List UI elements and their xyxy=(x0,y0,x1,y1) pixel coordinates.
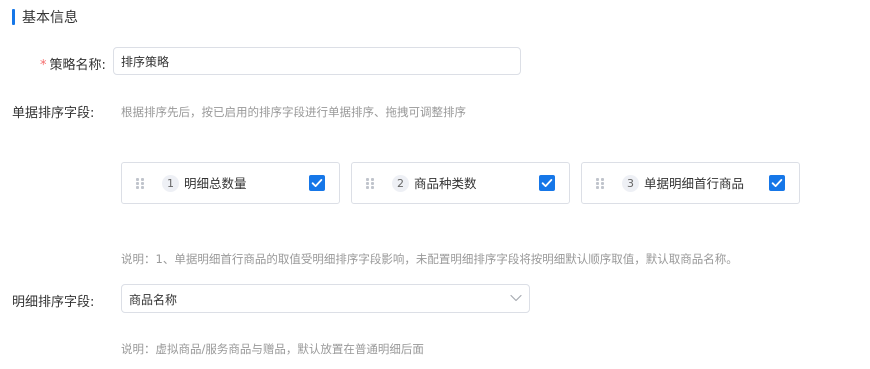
sort-field-card-2[interactable]: 2 商品种类数 xyxy=(351,162,570,204)
strategy-name-input[interactable] xyxy=(113,47,521,75)
sort-field-checkbox[interactable] xyxy=(769,175,785,191)
doc-sort-note: 说明：1、单据明细首行商品的取值受明细排序字段影响，未配置明细排序字段将按明细默… xyxy=(121,252,738,266)
doc-sort-hint: 根据排序先后，按已启用的排序字段进行单据排序、拖拽可调整排序 xyxy=(121,105,466,119)
check-icon xyxy=(311,179,323,187)
detail-sort-label: 明细排序字段: xyxy=(12,295,95,310)
required-mark: * xyxy=(40,58,47,73)
drag-handle-icon[interactable] xyxy=(596,178,604,189)
sort-field-checkbox[interactable] xyxy=(539,175,555,191)
section-title: 基本信息 xyxy=(22,10,78,26)
sort-field-label: 单据明细首行商品 xyxy=(644,176,745,191)
detail-sort-selected-value: 商品名称 xyxy=(129,293,178,307)
section-header: 基本信息 xyxy=(12,8,78,26)
sort-field-label: 明细总数量 xyxy=(184,176,247,191)
sort-field-card-3[interactable]: 3 单据明细首行商品 xyxy=(581,162,800,204)
doc-sort-label: 单据排序字段: xyxy=(12,106,95,121)
check-icon xyxy=(771,179,783,187)
drag-handle-icon[interactable] xyxy=(366,178,374,189)
drag-handle-icon[interactable] xyxy=(136,178,144,189)
chevron-down-icon xyxy=(510,294,522,302)
section-accent-bar xyxy=(12,9,15,25)
sort-index-badge: 2 xyxy=(392,175,409,192)
sort-field-checkbox[interactable] xyxy=(309,175,325,191)
detail-sort-select[interactable]: 商品名称 xyxy=(121,284,530,313)
check-icon xyxy=(541,179,553,187)
strategy-name-label: * 策略名称: xyxy=(40,54,106,73)
detail-sort-note: 说明：虚拟商品/服务商品与赠品，默认放置在普通明细后面 xyxy=(121,342,424,356)
sort-field-label: 商品种类数 xyxy=(414,176,477,191)
sort-field-card-1[interactable]: 1 明细总数量 xyxy=(121,162,340,204)
strategy-name-label-text: 策略名称: xyxy=(49,58,106,73)
sort-index-badge: 3 xyxy=(622,175,639,192)
sort-index-badge: 1 xyxy=(162,175,179,192)
